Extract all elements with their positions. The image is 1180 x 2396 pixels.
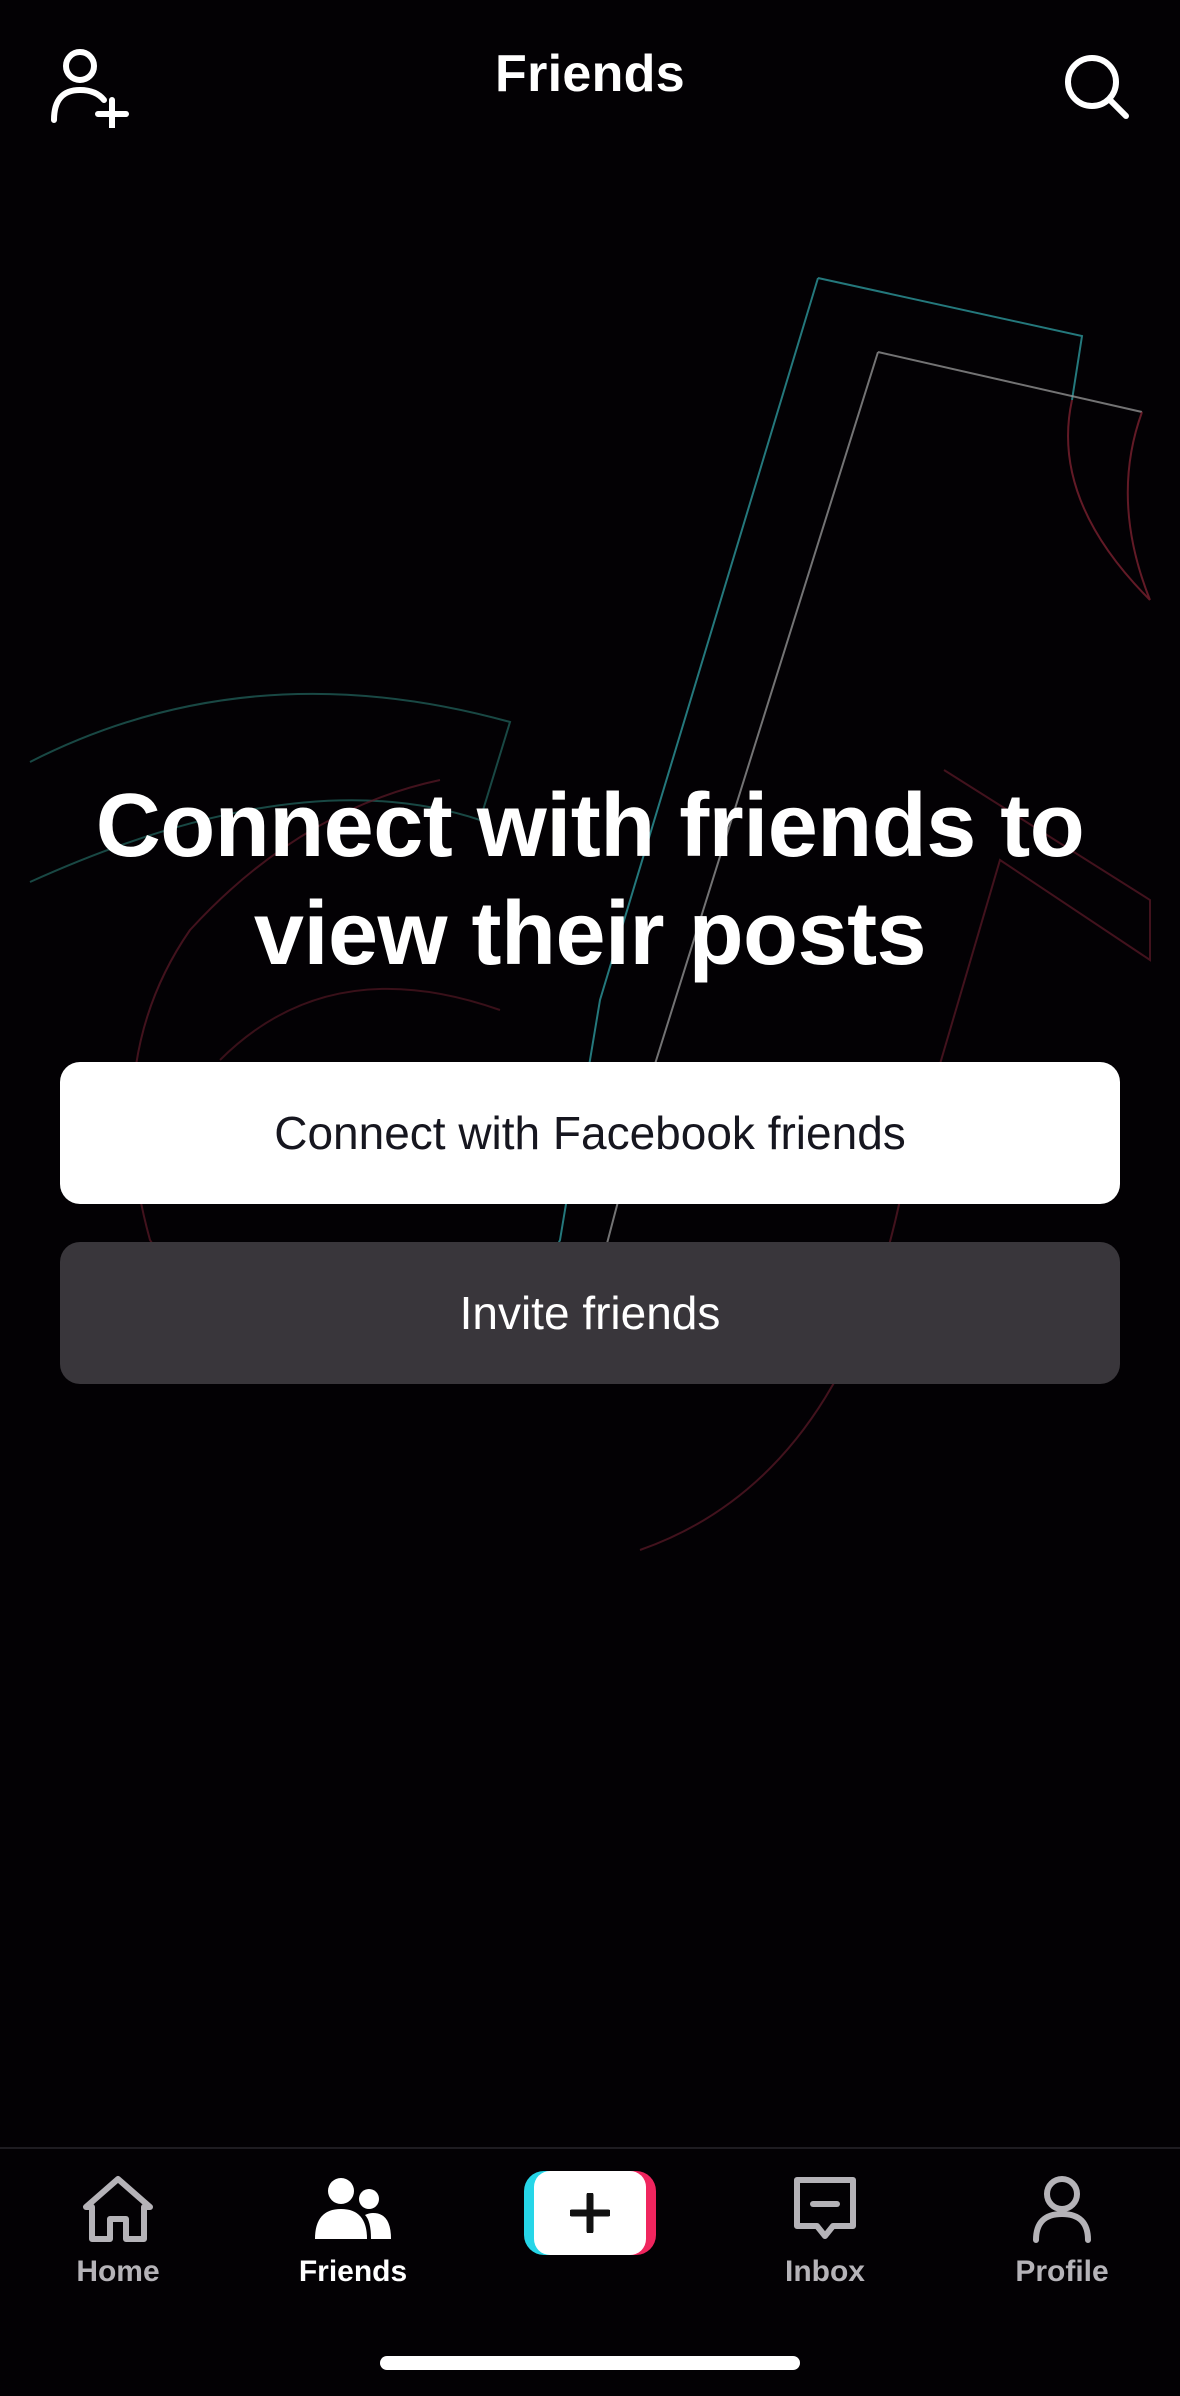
invite-friends-button[interactable]: Invite friends <box>60 1242 1120 1384</box>
connect-headline: Connect with friends to view their posts <box>40 772 1140 988</box>
connect-facebook-label: Connect with Facebook friends <box>274 1107 906 1159</box>
nav-item-profile[interactable]: Profile <box>962 2169 1162 2309</box>
search-icon <box>1065 55 1129 119</box>
page-title: Friends <box>495 45 685 103</box>
inbox-icon <box>794 2177 856 2239</box>
invite-friends-label: Invite friends <box>459 1287 721 1339</box>
plus-icon <box>570 2193 610 2233</box>
create-button-face <box>534 2171 646 2255</box>
home-indicator <box>380 2356 800 2370</box>
headline-line-1: Connect with friends to <box>95 776 1085 876</box>
connect-facebook-button[interactable]: Connect with Facebook friends <box>60 1062 1120 1204</box>
create-post-button[interactable] <box>524 2171 656 2255</box>
nav-item-home[interactable]: Home <box>18 2169 218 2309</box>
profile-icon <box>1033 2176 1091 2243</box>
nav-label-friends: Friends <box>298 2255 408 2288</box>
home-icon <box>83 2176 153 2242</box>
headline-line-2: view their posts <box>253 884 927 984</box>
nav-item-inbox[interactable]: Inbox <box>725 2169 925 2309</box>
nav-label-profile: Profile <box>1015 2255 1109 2288</box>
nav-item-friends[interactable]: Friends <box>253 2169 453 2309</box>
search-button[interactable] <box>1046 36 1146 136</box>
top-bar: Friends <box>0 0 1180 170</box>
nav-label-home: Home <box>76 2255 160 2288</box>
friends-icon <box>315 2178 391 2239</box>
nav-label-inbox: Inbox <box>785 2255 865 2288</box>
